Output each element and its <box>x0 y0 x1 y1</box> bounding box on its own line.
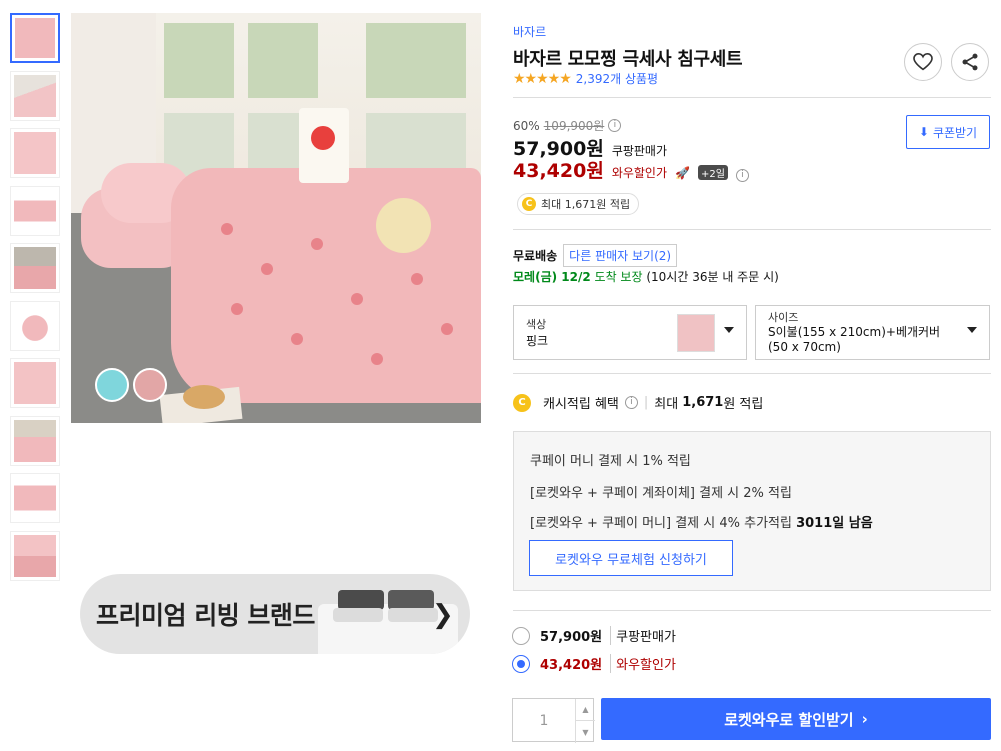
price-option-price: 57,900원 <box>540 630 603 645</box>
delivery-days-badge: +2일 <box>697 165 728 180</box>
thumbnail-9[interactable] <box>10 473 60 523</box>
color-option-value: 핑크 <box>526 334 549 348</box>
member-price: 43,420원 <box>513 160 604 182</box>
price-option-label: 와우할인가 <box>610 654 676 673</box>
thumbnail-list <box>10 13 62 588</box>
download-icon: ⬇ <box>918 125 929 139</box>
product-title: 바자르 모모찡 극세사 침구세트 <box>513 49 743 70</box>
thumbnail-3[interactable] <box>10 128 60 178</box>
days-remaining: 3011일 남음 <box>796 516 873 531</box>
main-product-image[interactable] <box>71 13 481 423</box>
coupon-button-label: 쿠폰받기 <box>932 125 978 140</box>
thumbnail-1[interactable] <box>10 13 60 63</box>
coin-icon: C <box>522 197 536 211</box>
color-swatch-mint[interactable] <box>95 368 129 402</box>
quantity-input[interactable]: 1 <box>513 699 575 743</box>
cash-benefit-row: C 캐시적립 혜택 i | 최대 1,671 원 적립 <box>513 393 763 412</box>
discount-rate: 60% <box>513 118 540 133</box>
price-option-price: 43,420원 <box>540 658 603 673</box>
wishlist-button[interactable] <box>904 43 942 81</box>
buy-button[interactable]: 로켓와우로 할인받기 › <box>601 698 991 740</box>
review-count-link[interactable]: 2,392개 상품평 <box>576 70 658 87</box>
increment-icon[interactable]: ▲ <box>575 699 595 721</box>
coupon-button[interactable]: ⬇ 쿠폰받기 <box>906 115 990 149</box>
divider <box>513 229 991 230</box>
size-option-label: 사이즈 <box>768 311 799 324</box>
coupay-line-1: 쿠페이 머니 결제 시 1% 적립 <box>530 454 691 469</box>
divider <box>513 373 991 374</box>
price-option-member[interactable]: 43,420원 와우할인가 <box>512 654 676 673</box>
price-option-sale[interactable]: 57,900원 쿠팡판매가 <box>512 626 676 645</box>
info-icon[interactable]: i <box>624 396 638 409</box>
delivery-guarantee: 도착 보장 <box>594 270 643 284</box>
member-price-row: 43,420원 와우할인가 🚀 +2일 i <box>513 156 749 183</box>
delivery-condition: (10시간 36분 내 주문 시) <box>646 270 779 284</box>
premium-living-banner[interactable]: 프리미엄 리빙 브랜드 <box>80 574 470 654</box>
caret-down-icon <box>724 327 734 333</box>
star-rating: ★★★★★ <box>513 70 572 87</box>
banner-text: 프리미엄 리빙 브랜드 <box>96 601 315 630</box>
coupay-line-3: [로켓와우 + 쿠페이 머니] 결제 시 4% 추가적립 3011일 남음 <box>530 512 873 531</box>
separator: | <box>643 395 649 410</box>
color-option-label: 색상 <box>526 318 547 331</box>
thumbnail-7[interactable] <box>10 358 60 408</box>
thumbnail-8[interactable] <box>10 415 60 466</box>
rocket-icon: 🚀 <box>675 166 690 180</box>
color-option-select[interactable]: 색상 핑크 <box>513 305 747 360</box>
coupay-line-2: [로켓와우 + 쿠페이 계좌이체] 결제 시 2% 적립 <box>530 486 792 501</box>
rating-row: ★★★★★ 2,392개 상품평 <box>513 70 658 87</box>
heart-icon <box>913 53 933 71</box>
chevron-right-icon[interactable]: ❯ <box>432 600 454 630</box>
radio-button[interactable] <box>512 626 530 645</box>
thumbnail-4[interactable] <box>10 185 60 236</box>
coupay-benefit-box: 쿠페이 머니 결제 시 1% 적립 [로켓와우 + 쿠페이 계좌이체] 결제 시… <box>513 431 991 591</box>
info-icon[interactable]: i <box>608 119 622 132</box>
rocketwow-trial-button[interactable]: 로켓와우 무료체험 신청하기 <box>529 540 733 576</box>
thumbnail-5[interactable] <box>10 243 60 293</box>
chevron-right-icon: › <box>861 710 868 728</box>
price-option-label: 쿠팡판매가 <box>610 626 676 645</box>
radio-button-selected[interactable] <box>512 654 530 673</box>
coin-icon: C <box>513 393 531 412</box>
info-icon[interactable]: i <box>735 169 749 182</box>
cash-benefit-prefix: 최대 <box>654 397 679 412</box>
share-icon <box>962 53 978 71</box>
decrement-icon[interactable]: ▼ <box>575 721 595 743</box>
quantity-stepper[interactable]: 1 ▲ ▼ <box>512 698 595 743</box>
share-button[interactable] <box>951 43 989 81</box>
brand-link[interactable]: 바자르 <box>513 23 546 40</box>
color-swatch-pink[interactable] <box>133 368 167 402</box>
thumbnail-2[interactable] <box>10 70 60 121</box>
cash-benefit-label: 캐시적립 혜택 <box>543 397 619 412</box>
thumbnail-6[interactable] <box>10 300 60 351</box>
thumbnail-10[interactable] <box>10 530 60 581</box>
other-sellers-button[interactable]: 다른 판매자 보기(2) <box>563 244 678 267</box>
coupay-line-3-text: [로켓와우 + 쿠페이 머니] 결제 시 4% 추가적립 <box>530 516 792 531</box>
size-option-value: S이불(155 x 210cm)+베개커버(50 x 70cm) <box>768 325 941 354</box>
color-option-thumbnail <box>677 314 715 352</box>
cash-benefit-suffix: 원 적립 <box>723 397 764 412</box>
original-price: 109,900원 <box>543 119 605 133</box>
size-option-select[interactable]: 사이즈 S이불(155 x 210cm)+베개커버(50 x 70cm) <box>755 305 990 360</box>
cashback-badge: C 최대 1,671원 적립 <box>517 193 640 215</box>
cashback-badge-text: 최대 1,671원 적립 <box>541 198 631 211</box>
caret-down-icon <box>967 327 977 333</box>
discount-row: 60% 109,900원 i <box>513 117 622 134</box>
delivery-date: 모레(금) 12/2 <box>513 270 591 284</box>
free-shipping-label: 무료배송 <box>513 249 558 263</box>
buy-button-label: 로켓와우로 할인받기 <box>724 710 854 729</box>
cash-benefit-amount: 1,671 <box>682 395 724 410</box>
shipping-row: 무료배송 다른 판매자 보기(2) <box>513 244 678 267</box>
divider <box>513 97 991 98</box>
member-price-label: 와우할인가 <box>611 166 668 180</box>
delivery-estimate: 모레(금) 12/2 도착 보장 (10시간 36분 내 주문 시) <box>513 268 779 285</box>
divider <box>513 610 991 611</box>
